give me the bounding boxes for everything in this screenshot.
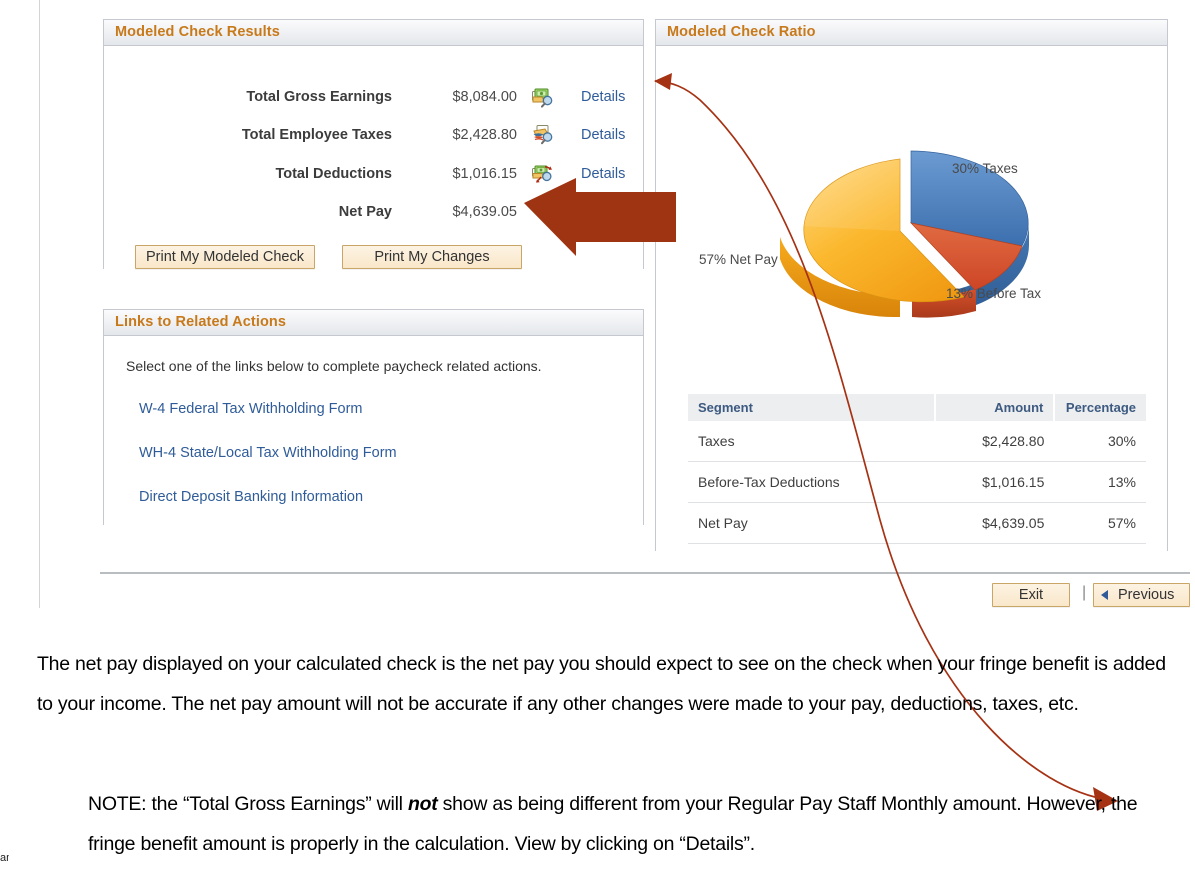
note-emphasis: not (407, 793, 438, 815)
details-link-gross-earnings[interactable]: Details (581, 89, 625, 105)
footer-separator: | (1082, 584, 1087, 601)
result-value: $8,084.00 (452, 89, 517, 105)
modeled-check-ratio-panel: Modeled Check Ratio 30% Taxes 13% Before… (655, 19, 1168, 552)
result-row-net-pay: Net Pay $4,639.05 (104, 204, 645, 226)
cell-segment: Before-Tax Deductions (688, 461, 936, 503)
cell-percentage: 57% (1054, 502, 1146, 544)
link-w4-federal-tax-withholding-form[interactable]: W-4 Federal Tax Withholding Form (139, 401, 363, 417)
cell-percentage: 30% (1054, 421, 1146, 462)
page-bottom-mark: ami (0, 852, 9, 861)
result-label: Total Deductions (275, 166, 392, 182)
details-link-deductions[interactable]: Details (581, 166, 625, 182)
column-header-segment[interactable]: Segment (688, 394, 937, 421)
result-value: $1,016.15 (452, 166, 517, 182)
check-ratio-pie-chart (676, 121, 1146, 336)
deductions-magnifier-icon[interactable] (532, 164, 554, 184)
explanatory-paragraph: The net pay displayed on your calculated… (37, 653, 1166, 715)
table-header-row: Segment Amount Percentage (688, 394, 1146, 421)
result-row-employee-taxes: Total Employee Taxes $2,428.80 Details (104, 125, 645, 149)
footer-divider (100, 572, 1190, 574)
result-row-gross-earnings: Total Gross Earnings $8,084.00 Details (104, 88, 645, 111)
column-header-amount[interactable]: Amount (935, 394, 1056, 421)
modeled-check-results-title: Modeled Check Results (104, 20, 643, 46)
pie-label-before-tax: 13% Before Tax (946, 286, 1042, 301)
check-ratio-segment-table: Segment Amount Percentage Taxes $2,428.8… (688, 394, 1146, 544)
links-to-related-actions-title: Links to Related Actions (104, 310, 643, 336)
note-paragraph: NOTE: the “Total Gross Earnings” will no… (88, 784, 1183, 864)
modeled-check-results-panel: Modeled Check Results Total Gross Earnin… (103, 19, 644, 270)
note-text-part-1: NOTE: the “Total Gross Earnings” will (88, 793, 408, 815)
links-to-related-actions-panel: Links to Related Actions Select one of t… (103, 309, 644, 526)
exit-button[interactable]: Exit (992, 583, 1070, 607)
result-value: $2,428.80 (452, 127, 517, 143)
modeled-check-ratio-title: Modeled Check Ratio (656, 20, 1167, 46)
details-link-employee-taxes[interactable]: Details (581, 127, 625, 143)
link-direct-deposit-banking-information[interactable]: Direct Deposit Banking Information (139, 489, 363, 505)
result-value: $4,639.05 (452, 204, 517, 220)
page-left-rule (39, 0, 40, 608)
taxes-magnifier-icon[interactable] (532, 125, 554, 145)
column-header-percentage[interactable]: Percentage (1054, 394, 1146, 421)
result-label: Net Pay (338, 204, 392, 220)
print-my-modeled-check-button[interactable]: Print My Modeled Check (135, 245, 315, 269)
links-intro-text: Select one of the links below to complet… (126, 358, 542, 374)
result-row-deductions: Total Deductions $1,016.15 Details (104, 164, 645, 188)
pie-label-net-pay: 57% Net Pay (699, 252, 778, 267)
cell-segment: Taxes (688, 421, 936, 462)
table-row: Before-Tax Deductions $1,016.15 13% (688, 461, 1146, 503)
result-label: Total Employee Taxes (241, 127, 392, 143)
cell-segment: Net Pay (688, 502, 936, 544)
cell-amount: $4,639.05 (935, 502, 1055, 544)
left-triangle-icon (1101, 590, 1108, 600)
print-my-changes-button[interactable]: Print My Changes (342, 245, 522, 269)
result-label: Total Gross Earnings (246, 89, 392, 105)
table-row: Taxes $2,428.80 30% (688, 421, 1146, 462)
earnings-magnifier-icon[interactable] (532, 88, 554, 108)
link-wh4-state-local-tax-withholding-form[interactable]: WH-4 State/Local Tax Withholding Form (139, 445, 397, 461)
modeled-check-ratio-body: 30% Taxes 13% Before Tax 57% Net Pay Seg… (656, 46, 1167, 552)
cell-amount: $1,016.15 (935, 461, 1055, 503)
links-to-related-actions-body: Select one of the links below to complet… (104, 336, 643, 526)
pie-label-taxes: 30% Taxes (952, 161, 1018, 176)
cell-amount: $2,428.80 (935, 421, 1055, 462)
table-row: Net Pay $4,639.05 57% (688, 502, 1146, 544)
modeled-check-results-body: Total Gross Earnings $8,084.00 Details T… (104, 46, 643, 270)
cell-percentage: 13% (1054, 461, 1146, 503)
